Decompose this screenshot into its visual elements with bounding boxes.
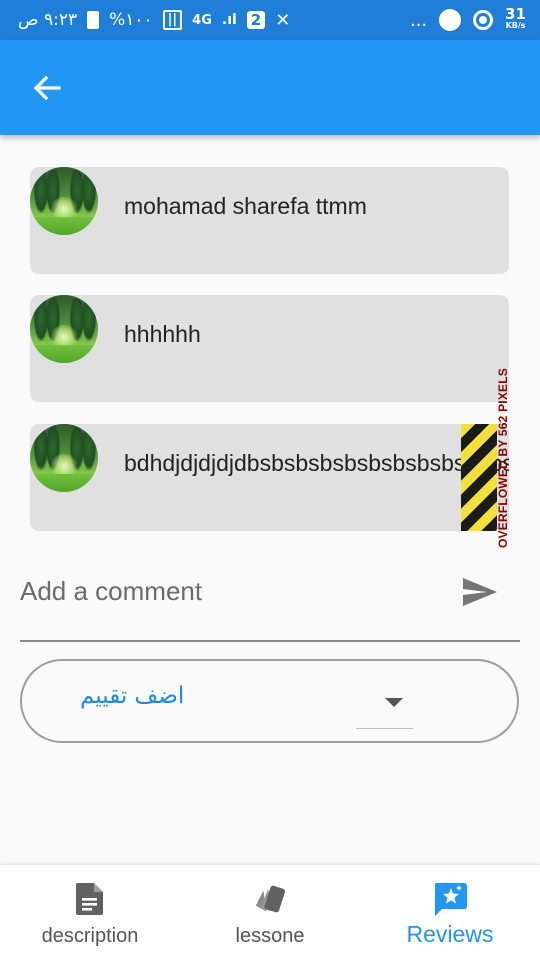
network-speed: 31 KB/s — [505, 5, 526, 31]
nav-label: lessone — [235, 925, 305, 947]
network-speed-value: 31 — [505, 5, 526, 23]
review-star-icon — [432, 881, 468, 917]
signal-bars-icon: .ıl — [221, 12, 237, 28]
record-icon — [473, 10, 494, 30]
arrow-left-icon — [33, 75, 61, 101]
avatar — [30, 424, 98, 492]
send-button[interactable] — [458, 572, 502, 612]
battery-icon — [87, 11, 100, 29]
document-icon — [72, 881, 108, 917]
status-bar: ٩:٢٣ ص %١٠٠ || 4G .ıl 2 ✕ ... 31 KB/s — [0, 0, 540, 40]
comment-text: mohamad sharefa ttmm — [124, 193, 367, 219]
comment-input[interactable] — [20, 565, 420, 617]
back-button[interactable] — [24, 68, 70, 108]
overflow-warning-text: OVERFLOWED BY 562 PIXELS — [496, 368, 510, 548]
comment-card: mohamad sharefa ttmm — [30, 167, 509, 274]
nav-item-description[interactable]: description — [0, 865, 180, 960]
battery-percent: %١٠٠ — [109, 10, 153, 30]
nav-label: description — [41, 925, 139, 947]
nav-item-lessone[interactable]: lessone — [180, 865, 360, 960]
status-time: ٩:٢٣ ص — [18, 10, 78, 30]
avatar — [30, 295, 98, 363]
app-bar — [0, 40, 540, 135]
nav-label: Reviews — [406, 921, 494, 947]
face-icon — [439, 9, 462, 31]
comment-card: bdhdjdjdjdjdbsbsbsbsbsbsbsbsbsbsbsbs — [30, 424, 509, 531]
notification-badge: 2 — [246, 11, 266, 29]
more-indicator: ... — [409, 9, 428, 31]
network-speed-unit: KB/s — [505, 21, 526, 30]
nav-item-reviews[interactable]: Reviews — [360, 865, 540, 960]
chevron-down-icon[interactable] — [382, 694, 406, 710]
comment-card: hhhhhh — [30, 295, 509, 402]
comment-text: hhhhhh — [124, 321, 201, 347]
overflow-warning-label: OVERFLOWED BY 562 PIXELS — [489, 368, 517, 548]
dropdown-underline — [356, 728, 413, 729]
comment-input-underline — [20, 640, 520, 642]
network-type: 4G — [192, 12, 212, 28]
cards-icon — [252, 881, 288, 917]
status-bar-left: ٩:٢٣ ص %١٠٠ || 4G .ıl 2 ✕ — [18, 6, 290, 34]
status-bar-right: ... 31 KB/s — [410, 6, 526, 34]
signal-icon: || — [162, 10, 183, 30]
rating-dropdown[interactable]: اضف تقييم — [20, 659, 519, 743]
comment-text: bdhdjdjdjdjdbsbsbsbsbsbsbsbsbsbsbsbs — [124, 450, 509, 476]
mute-icon: ✕ — [275, 9, 291, 31]
rating-label: اضف تقييم — [80, 683, 185, 709]
bottom-navigation: description lessone Reviews — [0, 864, 540, 960]
avatar — [30, 167, 98, 235]
send-icon — [463, 578, 497, 606]
